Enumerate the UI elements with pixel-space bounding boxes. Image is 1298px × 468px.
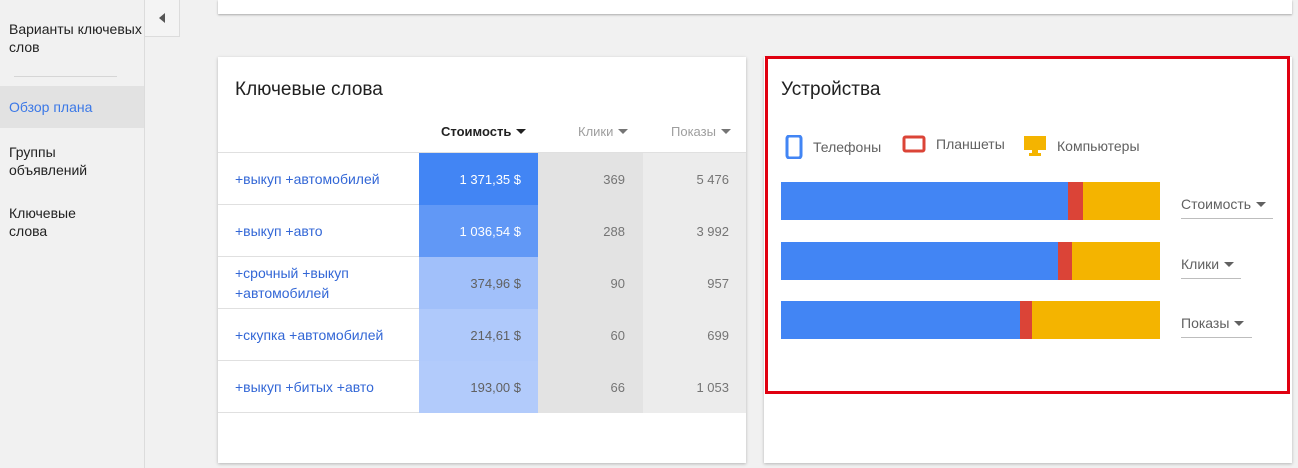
impressions-cell: 957 [643,257,746,309]
highlight-box [765,56,1290,394]
cost-header-label: Стоимость [441,124,512,139]
keyword-link[interactable]: +выкуп +битых +авто [235,361,415,413]
impressions-cell: 699 [643,309,746,361]
chevron-left-icon [159,13,165,23]
impressions-cell: 1 053 [643,361,746,413]
clicks-cell: 66 [538,361,643,413]
keyword-link[interactable]: +скупка +автомобилей [235,309,415,361]
cost-column-header[interactable]: Стоимость [441,124,527,139]
table-row: +срочный +выкуп +автомобилей 374,96 $90 95… [218,257,746,309]
cost-cell: 1 036,54 $ [419,205,538,257]
keyword-link[interactable]: +выкуп +авто [235,205,415,257]
sidebar-item-keywords[interactable]: Ключевые слова [0,204,100,240]
table-row: +скупка +автомобилей 214,61 $60 699 [218,309,746,361]
top-card [218,0,1292,14]
keyword-link[interactable]: +срочный +выкуп +автомобилей [235,257,415,309]
sidebar-item-label: Обзор плана [9,99,93,115]
sidebar-item-label: Варианты ключевых слов [9,21,142,55]
sidebar-item-ad-groups[interactable]: Группы объявлений [0,143,110,179]
clicks-cell: 60 [538,309,643,361]
sidebar-item-label: Ключевые слова [9,205,76,239]
sidebar-divider [14,76,117,77]
table-row: +выкуп +авто 1 036,54 $288 3 992 [218,205,746,257]
sort-down-icon [516,129,527,134]
keywords-card-title: Ключевые слова [235,79,383,100]
clicks-header-label: Клики [578,124,614,139]
chevron-down-icon [618,129,629,134]
clicks-column-header[interactable]: Клики [578,124,629,139]
clicks-cell: 90 [538,257,643,309]
sidebar-item-label: Группы объявлений [9,144,88,178]
cost-cell: 374,96 $ [419,257,538,309]
table-row: +выкуп +битых +авто 193,00 $66 1 053 [218,361,746,413]
sidebar: Варианты ключевых слов Обзор плана Групп… [0,0,145,468]
impressions-cell: 3 992 [643,205,746,257]
cost-cell: 193,00 $ [419,361,538,413]
impressions-header-label: Показы [671,124,716,139]
cost-cell: 1 371,35 $ [419,153,538,205]
cost-cell: 214,61 $ [419,309,538,361]
collapse-sidebar-button[interactable] [145,0,180,37]
sidebar-item-plan-overview[interactable]: Обзор плана [0,86,144,128]
keywords-card: Ключевые слова Стоимость Клики Показы +в… [218,57,746,463]
impressions-column-header[interactable]: Показы [671,124,731,139]
table-row: +выкуп +автомобилей 1 371,35 $369 5 476 [218,153,746,205]
chevron-down-icon [720,129,731,134]
clicks-cell: 369 [538,153,643,205]
sidebar-item-keyword-ideas[interactable]: Варианты ключевых слов [0,20,144,56]
clicks-cell: 288 [538,205,643,257]
impressions-cell: 5 476 [643,153,746,205]
keyword-link[interactable]: +выкуп +автомобилей [235,153,415,205]
